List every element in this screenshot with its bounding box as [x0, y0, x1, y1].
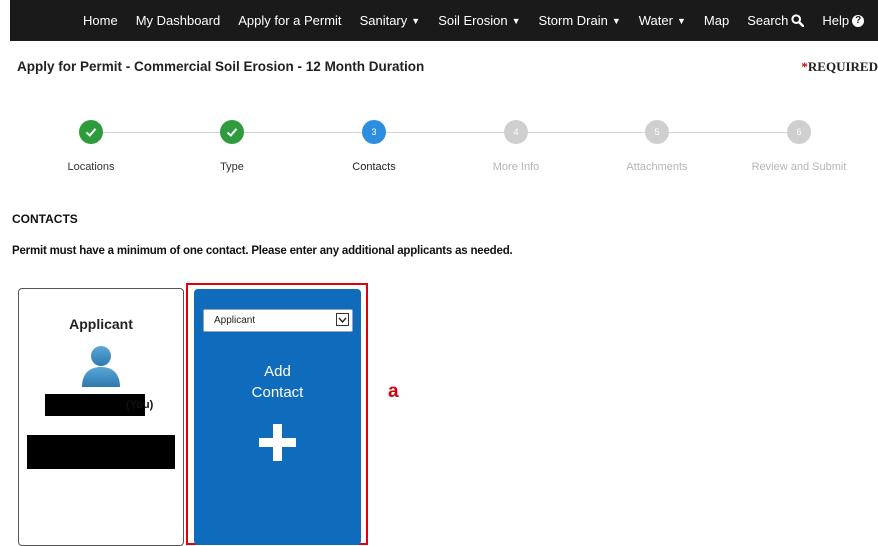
- check-icon: [79, 120, 103, 144]
- step-label: More Info: [492, 161, 540, 173]
- top-navbar: Home My Dashboard Apply for a Permit San…: [10, 0, 878, 41]
- add-contact-card[interactable]: Applicant Add Contact: [194, 289, 361, 545]
- nav-sanitary[interactable]: Sanitary ▼: [360, 13, 421, 28]
- redacted-details: [27, 435, 175, 469]
- page-title: Apply for Permit - Commercial Soil Erosi…: [17, 59, 425, 74]
- annotation-label: a: [388, 381, 399, 402]
- step-locations[interactable]: Locations: [21, 116, 161, 173]
- plus-icon[interactable]: [259, 424, 296, 461]
- step-label: Review and Submit: [751, 161, 847, 173]
- search-icon: [791, 14, 805, 27]
- contacts-heading: CONTACTS: [12, 212, 78, 226]
- add-contact-label: Add Contact: [251, 363, 304, 401]
- nav-apply-for-permit[interactable]: Apply for a Permit: [238, 13, 341, 28]
- step-number: 3: [362, 120, 386, 144]
- step-label: Contacts: [352, 161, 396, 173]
- applicant-card-title: Applicant: [69, 316, 133, 332]
- nav-home[interactable]: Home: [83, 13, 118, 28]
- help-icon: ?: [852, 14, 865, 27]
- nav-menu: Home My Dashboard Apply for a Permit San…: [83, 0, 878, 41]
- nav-search[interactable]: Search: [747, 13, 805, 28]
- user-avatar-icon: [82, 346, 120, 387]
- step-type[interactable]: Type: [162, 116, 302, 173]
- step-number: 4: [504, 120, 528, 144]
- progress-stepper: Locations Type 3 Contacts 4 More Info 5 …: [0, 116, 878, 186]
- nav-my-dashboard[interactable]: My Dashboard: [136, 13, 221, 28]
- applicant-card[interactable]: Applicant (You): [18, 288, 184, 546]
- check-icon: [220, 120, 244, 144]
- nav-storm-drain[interactable]: Storm Drain ▼: [538, 13, 620, 28]
- step-review-and-submit[interactable]: 6 Review and Submit: [729, 116, 869, 173]
- nav-map[interactable]: Map: [704, 13, 729, 28]
- caret-down-icon: ▼: [511, 15, 521, 26]
- caret-down-icon: ▼: [676, 15, 686, 26]
- step-label: Type: [220, 161, 244, 173]
- contact-type-select[interactable]: Applicant: [203, 309, 353, 332]
- caret-down-icon: ▼: [411, 15, 421, 26]
- nav-help[interactable]: Help ?: [822, 13, 865, 28]
- required-note: *REQUIRED: [801, 59, 878, 74]
- step-label: Attachments: [626, 161, 688, 173]
- step-attachments[interactable]: 5 Attachments: [587, 116, 727, 173]
- step-label: Locations: [67, 161, 115, 173]
- step-contacts[interactable]: 3 Contacts: [304, 116, 444, 173]
- step-number: 5: [645, 120, 669, 144]
- step-number: 6: [787, 120, 811, 144]
- step-more-info[interactable]: 4 More Info: [446, 116, 586, 173]
- nav-soil-erosion[interactable]: Soil Erosion ▼: [438, 13, 520, 28]
- caret-down-icon: ▼: [611, 15, 621, 26]
- contacts-instructions: Permit must have a minimum of one contac…: [12, 245, 513, 257]
- you-label: (You): [126, 399, 154, 411]
- nav-water[interactable]: Water ▼: [639, 13, 686, 28]
- chevron-down-icon: [336, 313, 349, 326]
